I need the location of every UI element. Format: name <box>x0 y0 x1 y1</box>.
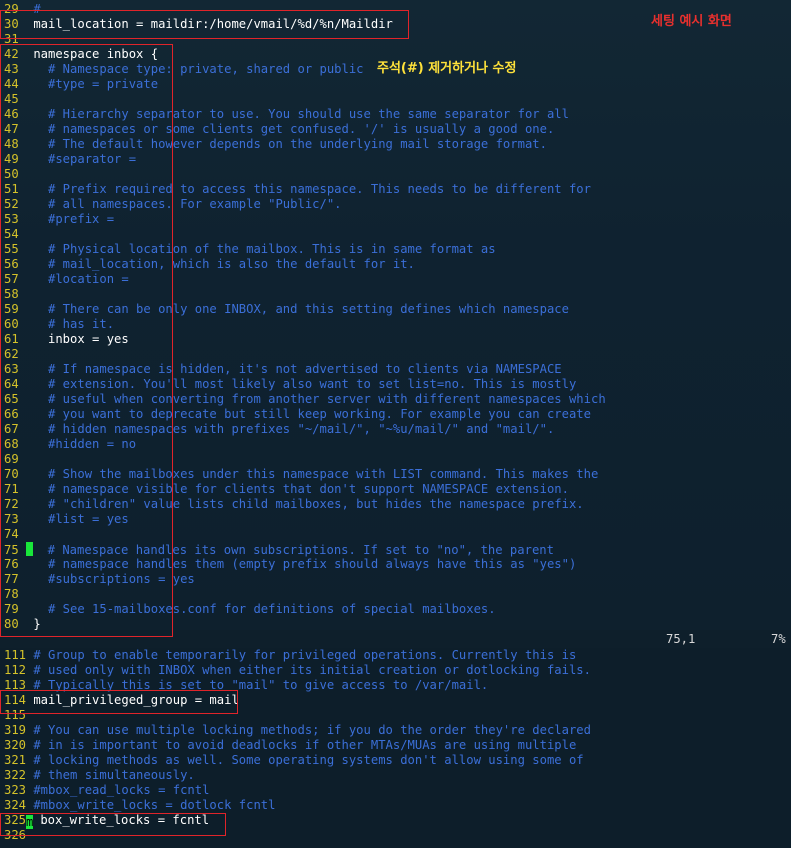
comment-text: # used only with INBOX when either its i… <box>26 663 591 677</box>
scroll-percent: 7% <box>771 632 786 646</box>
highlight-mail-location <box>0 10 409 39</box>
line-number: 319 <box>4 723 27 737</box>
highlight-write-locks <box>0 813 226 836</box>
comment-text: # Group to enable temporarily for privil… <box>26 648 577 662</box>
comment-text: # locking methods as well. Some operatin… <box>26 753 584 767</box>
code-line[interactable]: 321 # locking methods as well. Some oper… <box>0 753 584 768</box>
code-line[interactable]: 319 # You can use multiple locking metho… <box>0 723 591 738</box>
comment-text: #mbox_read_locks = fcntl <box>26 783 210 797</box>
code-line[interactable]: 323 #mbox_read_locks = fcntl <box>0 783 209 798</box>
comment-text: #mbox_write_locks = dotlock fcntl <box>26 798 276 812</box>
line-number: 323 <box>4 783 27 797</box>
code-line[interactable]: 322 # them simultaneously. <box>0 768 195 783</box>
edit-instruction-label: 주석(#) 제거하거나 수정 <box>377 61 517 76</box>
code-line[interactable]: 320 # in is important to avoid deadlocks… <box>0 738 576 753</box>
line-number: 324 <box>4 798 27 812</box>
code-line[interactable]: 324 #mbox_write_locks = dotlock fcntl <box>0 798 275 813</box>
line-number: 321 <box>4 753 27 767</box>
line-number: 111 <box>4 648 27 662</box>
example-screen-label: 세팅 예시 화면 <box>651 14 732 29</box>
cursor-position: 75,1 <box>666 632 696 646</box>
comment-text: # You can use multiple locking methods; … <box>26 723 591 737</box>
highlight-namespace-block <box>0 44 173 637</box>
code-line[interactable]: 112 # used only with INBOX when either i… <box>0 663 591 678</box>
line-number: 112 <box>4 663 27 677</box>
comment-text: # in is important to avoid deadlocks if … <box>26 738 577 752</box>
line-number: 320 <box>4 738 27 752</box>
highlight-privileged-group <box>0 690 238 714</box>
line-number: 322 <box>4 768 27 782</box>
comment-text: # them simultaneously. <box>26 768 195 782</box>
code-line[interactable]: 111 # Group to enable temporarily for pr… <box>0 648 576 663</box>
